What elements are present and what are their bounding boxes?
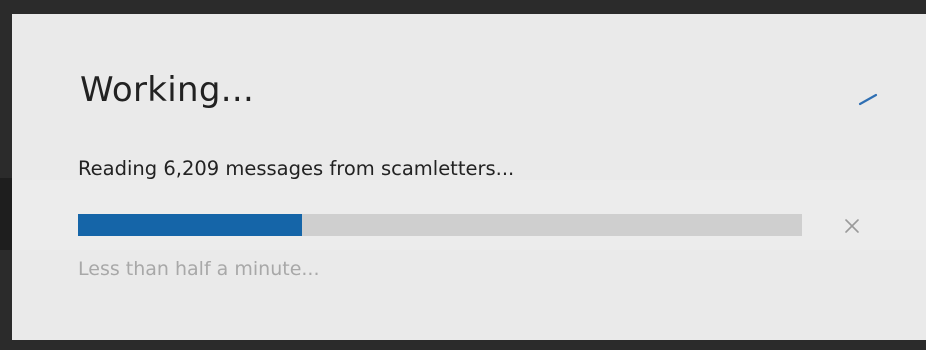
time-remaining: Less than half a minute... (78, 258, 320, 280)
progress-dialog: Working... Reading 6,209 messages from s… (12, 14, 926, 340)
progress-fill (78, 214, 303, 236)
spinner-icon (858, 93, 878, 106)
status-message: Reading 6,209 messages from scamletters.… (78, 157, 515, 180)
cancel-button[interactable] (840, 214, 864, 238)
progress-bar (78, 214, 802, 236)
close-icon (845, 219, 859, 233)
dialog-title: Working... (80, 70, 255, 110)
